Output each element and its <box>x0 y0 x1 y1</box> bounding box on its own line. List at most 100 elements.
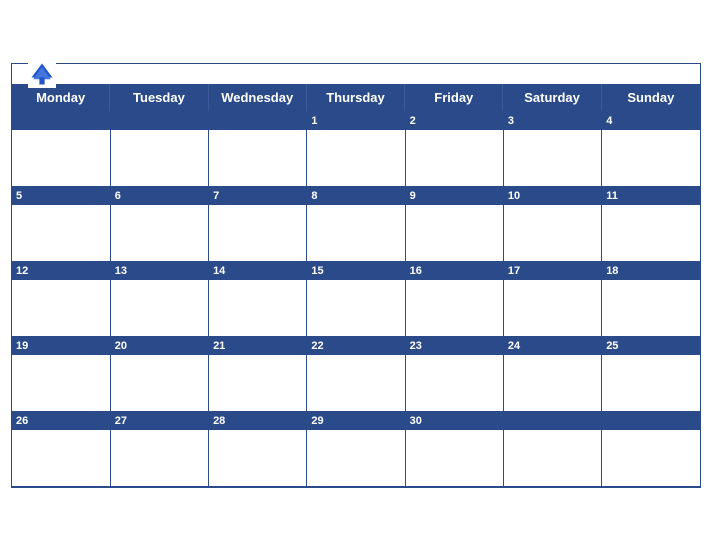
cal-cell: 24 <box>503 336 601 411</box>
date-number: 3 <box>508 115 514 127</box>
cal-cell: 7 <box>209 186 307 261</box>
cell-body <box>406 130 503 186</box>
cell-body <box>209 205 306 261</box>
date-number: 15 <box>311 265 323 277</box>
cal-cell: 4 <box>602 111 700 186</box>
cal-cell: 15 <box>307 261 405 336</box>
date-number: 23 <box>410 340 422 352</box>
date-number: 12 <box>16 265 28 277</box>
cell-body <box>406 430 503 486</box>
date-number: 26 <box>16 415 28 427</box>
cal-cell: 27 <box>110 411 208 486</box>
cal-cell: 22 <box>307 336 405 411</box>
date-number: 14 <box>213 265 225 277</box>
cell-body <box>12 130 110 186</box>
cal-cell: 28 <box>209 411 307 486</box>
cell-body <box>111 280 208 336</box>
cal-cell: 29 <box>307 411 405 486</box>
cell-body <box>307 355 404 411</box>
cal-cell: 11 <box>602 186 700 261</box>
date-number: 22 <box>311 340 323 352</box>
cell-body <box>209 130 306 186</box>
date-number: 13 <box>115 265 127 277</box>
date-number: 21 <box>213 340 225 352</box>
cell-body <box>111 355 208 411</box>
cal-cell: 5 <box>12 186 110 261</box>
cal-cell: 25 <box>602 336 700 411</box>
week-row-4: 19 20 21 22 23 24 25 <box>12 336 700 411</box>
cal-cell: 1 <box>307 111 405 186</box>
cell-body <box>504 280 601 336</box>
date-number: 28 <box>213 415 225 427</box>
cell-body <box>12 205 110 261</box>
date-number: 17 <box>508 265 520 277</box>
cell-body <box>307 130 404 186</box>
date-number: 6 <box>115 190 121 202</box>
day-header-friday: Friday <box>405 84 503 111</box>
date-number: 10 <box>508 190 520 202</box>
week-row-2: 5 6 7 8 9 10 11 <box>12 186 700 261</box>
cell-body <box>209 430 306 486</box>
cal-cell <box>602 411 700 486</box>
date-number: 11 <box>606 190 618 202</box>
cell-body <box>111 205 208 261</box>
date-number: 18 <box>606 265 618 277</box>
cal-cell: 9 <box>405 186 503 261</box>
cal-cell <box>209 111 307 186</box>
cal-cell <box>12 111 110 186</box>
day-header-wednesday: Wednesday <box>209 84 307 111</box>
date-number: 20 <box>115 340 127 352</box>
cal-cell: 16 <box>405 261 503 336</box>
date-number: 30 <box>410 415 422 427</box>
cell-body <box>209 280 306 336</box>
cal-cell: 20 <box>110 336 208 411</box>
date-number: 27 <box>115 415 127 427</box>
cell-body <box>12 280 110 336</box>
cal-cell: 30 <box>405 411 503 486</box>
date-number: 9 <box>410 190 416 202</box>
calendar-header <box>12 64 700 84</box>
date-number: 24 <box>508 340 520 352</box>
cal-cell <box>110 111 208 186</box>
cal-cell: 2 <box>405 111 503 186</box>
cal-cell: 23 <box>405 336 503 411</box>
date-number: 4 <box>606 115 612 127</box>
date-number: 16 <box>410 265 422 277</box>
cell-body <box>111 130 208 186</box>
date-number: 2 <box>410 115 416 127</box>
cal-cell: 26 <box>12 411 110 486</box>
calendar: MondayTuesdayWednesdayThursdayFridaySatu… <box>11 63 701 488</box>
date-number: 29 <box>311 415 323 427</box>
cal-cell <box>503 411 601 486</box>
cal-cell: 14 <box>209 261 307 336</box>
cell-body <box>602 355 700 411</box>
cell-body <box>602 205 700 261</box>
cell-body <box>307 430 404 486</box>
week-row-5: 26 27 28 29 30 <box>12 411 700 486</box>
cal-cell: 17 <box>503 261 601 336</box>
date-number: 7 <box>213 190 219 202</box>
day-header-sunday: Sunday <box>602 84 700 111</box>
date-number: 1 <box>311 115 317 127</box>
date-number: 19 <box>16 340 28 352</box>
cell-body <box>12 355 110 411</box>
week-row-3: 12 13 14 15 16 17 18 <box>12 261 700 336</box>
calendar-grid: 1234567891011121314151617181920212223242… <box>12 111 700 487</box>
day-header-thursday: Thursday <box>307 84 405 111</box>
cell-body <box>209 355 306 411</box>
cal-cell: 8 <box>307 186 405 261</box>
cell-body <box>504 205 601 261</box>
cell-body <box>504 130 601 186</box>
week-row-1: 1 2 3 4 <box>12 111 700 186</box>
day-header-saturday: Saturday <box>503 84 601 111</box>
cal-cell: 21 <box>209 336 307 411</box>
cell-body <box>504 355 601 411</box>
cell-body <box>602 430 700 486</box>
cell-body <box>602 280 700 336</box>
logo <box>28 60 60 88</box>
date-number: 8 <box>311 190 317 202</box>
day-header-monday: Monday <box>12 84 110 111</box>
date-number: 25 <box>606 340 618 352</box>
cal-cell: 3 <box>503 111 601 186</box>
date-number: 5 <box>16 190 22 202</box>
